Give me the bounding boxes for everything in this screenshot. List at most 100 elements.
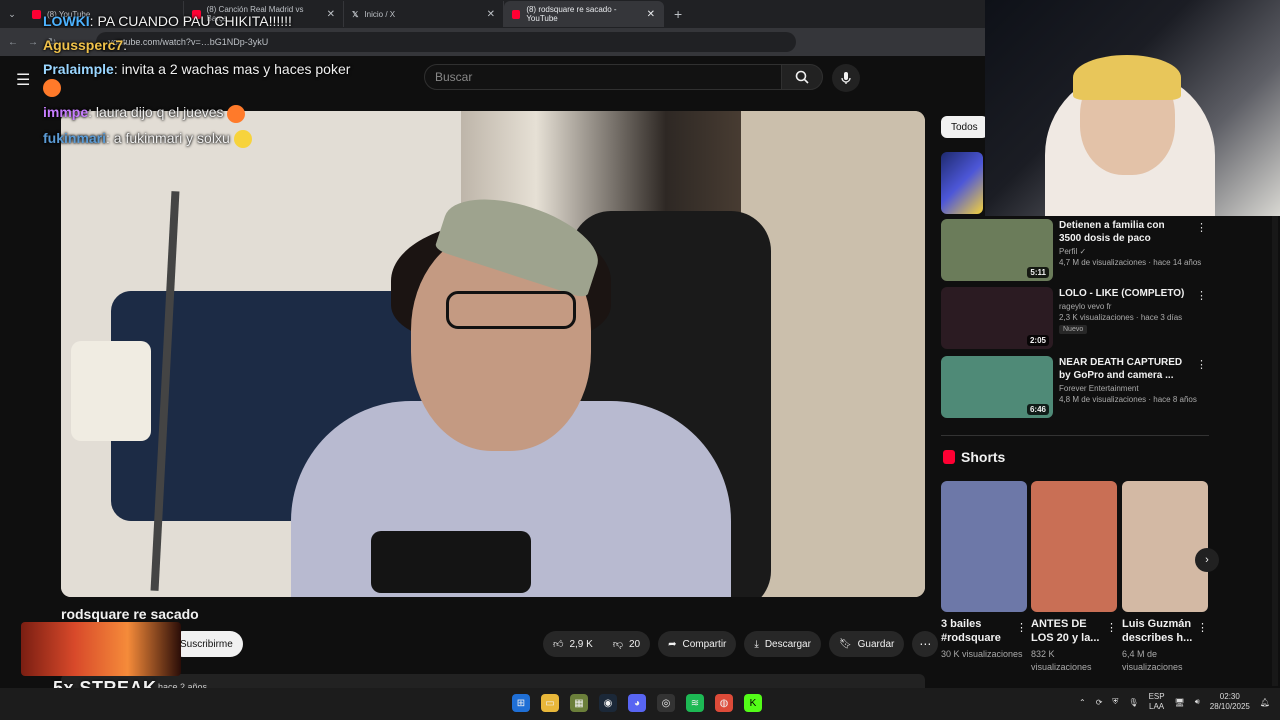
video-info: LOLO - LIKE (COMPLETO) rageylo vevo fr 2… bbox=[1059, 287, 1209, 349]
recommended-video[interactable]: 6:46 NEAR DEATH CAPTURED by GoPro and ca… bbox=[941, 356, 1209, 418]
save-label: Guardar bbox=[857, 638, 895, 650]
tab-list-icon[interactable]: ⌄ bbox=[0, 9, 24, 20]
chat-text: invita a 2 wachas mas y haces poker bbox=[121, 61, 351, 77]
discord-icon[interactable]: ◕ bbox=[628, 694, 646, 712]
video-title[interactable]: LOLO - LIKE (COMPLETO) bbox=[1059, 287, 1189, 300]
microphone-icon[interactable]: 🎙︎ bbox=[1128, 698, 1138, 707]
language-indicator[interactable]: ESP LAA bbox=[1149, 692, 1165, 712]
tab-label: Inicio / X bbox=[364, 9, 396, 19]
channel-name[interactable]: Forever Entertainment bbox=[1059, 384, 1209, 393]
download-button[interactable]: ⤓ Descargar bbox=[744, 631, 821, 657]
video-title[interactable]: Detienen a familia con 3500 dosis de pac… bbox=[1059, 219, 1189, 245]
section-divider bbox=[941, 435, 1209, 436]
short-title[interactable]: 3 bailes #rodsquare bbox=[941, 617, 1013, 645]
windows-start-icon[interactable]: ⊞ bbox=[512, 694, 530, 712]
chat-message: Pralaimple: invita a 2 wachas mas y hace… bbox=[43, 60, 353, 98]
sync-icon[interactable]: ⟳ bbox=[1096, 698, 1103, 707]
short-item[interactable]: ANTES DE LOS 20 y la... 832 K visualizac… bbox=[1031, 481, 1117, 674]
shield-icon[interactable]: ⛨ bbox=[1112, 697, 1118, 707]
search-input[interactable]: Buscar bbox=[424, 64, 782, 90]
voice-search-button[interactable] bbox=[832, 64, 860, 92]
network-icon[interactable]: 🖥︎ bbox=[1175, 698, 1185, 707]
menu-icon[interactable]: ☰ bbox=[16, 70, 30, 90]
new-tab-button[interactable]: + bbox=[674, 6, 682, 22]
streamer-facecam bbox=[985, 0, 1280, 216]
close-icon[interactable]: ✕ bbox=[647, 9, 655, 20]
short-thumbnail[interactable] bbox=[1122, 481, 1208, 612]
video-player[interactable] bbox=[61, 111, 925, 597]
short-title[interactable]: ANTES DE LOS 20 y la... bbox=[1031, 617, 1103, 645]
shorts-next-button[interactable]: › bbox=[1195, 548, 1219, 572]
search-button[interactable] bbox=[781, 64, 823, 90]
short-thumbnail[interactable] bbox=[1031, 481, 1117, 612]
like-count: 2,9 K bbox=[569, 638, 593, 650]
like-button[interactable]: 👍︎ 2,9 K bbox=[543, 631, 603, 657]
new-badge: Nuevo bbox=[1059, 325, 1088, 334]
clock[interactable]: 02:30 28/10/2025 bbox=[1210, 692, 1250, 712]
page-scrollbar[interactable] bbox=[1272, 216, 1278, 686]
clock-time: 02:30 bbox=[1219, 692, 1240, 701]
video-thumbnail[interactable]: 2:05 bbox=[941, 287, 1053, 349]
bookmark-icon: 🔖︎ bbox=[838, 638, 852, 650]
clock-date: 28/10/2025 bbox=[1209, 702, 1250, 711]
language-code: ESP bbox=[1148, 692, 1165, 701]
share-button[interactable]: ➦ Compartir bbox=[658, 631, 737, 657]
stream-chat-overlay: LOWKI: PA CUANDO PAU CHIKITA!!!!!! Aguss… bbox=[43, 12, 353, 154]
kebab-menu-icon[interactable]: ⋮ bbox=[1197, 621, 1208, 634]
video-info: NEAR DEATH CAPTURED by GoPro and camera … bbox=[1059, 356, 1209, 418]
kebab-menu-icon[interactable]: ⋮ bbox=[1016, 621, 1027, 634]
file-explorer-icon[interactable]: ▭ bbox=[541, 694, 559, 712]
kebab-menu-icon[interactable]: ⋮ bbox=[1196, 289, 1207, 302]
recommended-video[interactable]: 2:05 LOLO - LIKE (COMPLETO) rageylo vevo… bbox=[941, 287, 1209, 349]
shorts-heading: Shorts bbox=[943, 449, 1005, 465]
video-microphone bbox=[371, 531, 531, 593]
chrome-icon[interactable]: ◍ bbox=[715, 694, 733, 712]
video-title[interactable]: NEAR DEATH CAPTURED by GoPro and camera … bbox=[1059, 356, 1189, 382]
back-icon[interactable]: ← bbox=[8, 37, 18, 48]
volume-icon[interactable]: 🔊︎ bbox=[1195, 697, 1200, 707]
keyboard-layout: LAA bbox=[1149, 702, 1165, 711]
video-person-glasses bbox=[446, 291, 576, 329]
tab-label: (8) rodsquare re sacado - YouTube bbox=[526, 5, 617, 23]
kebab-menu-icon[interactable]: ⋮ bbox=[1106, 621, 1117, 634]
channel-name[interactable]: rageylo vevo fr bbox=[1059, 302, 1209, 311]
filter-chip-all[interactable]: Todos bbox=[941, 116, 988, 138]
minecraft-icon[interactable]: ▦ bbox=[570, 694, 588, 712]
short-title[interactable]: Luis Guzmán describes h... bbox=[1122, 617, 1194, 645]
chevron-up-icon[interactable]: ⌃ bbox=[1079, 698, 1086, 707]
forward-icon[interactable]: → bbox=[28, 37, 38, 48]
video-meta: 2,3 K visualizaciones · hace 3 días bbox=[1059, 313, 1183, 322]
chat-username: Agussperc7 bbox=[43, 37, 124, 53]
steam-icon[interactable]: ◉ bbox=[599, 694, 617, 712]
emote-icon bbox=[227, 104, 246, 123]
short-item[interactable]: 3 bailes #rodsquare 30 K visualizaciones… bbox=[941, 481, 1027, 661]
share-icon: ➦ bbox=[668, 638, 677, 650]
system-tray: ⌃ ⟳ ⛨ 🎙︎ ESP LAA 🖥︎ 🔊︎ 02:30 28/10/2025 … bbox=[1079, 692, 1270, 712]
browser-tab[interactable]: 𝕏 Inicio / X ✕ bbox=[344, 1, 504, 27]
kebab-menu-icon[interactable]: ⋮ bbox=[1196, 358, 1207, 371]
save-button[interactable]: 🔖︎ Guardar bbox=[828, 631, 905, 657]
dislike-button[interactable]: 👎︎ 20 bbox=[603, 631, 650, 657]
video-thumbnail[interactable]: 6:46 bbox=[941, 356, 1053, 418]
recommended-thumbnail-partial[interactable] bbox=[941, 152, 983, 214]
chat-message: Agussperc7: bbox=[43, 37, 128, 53]
browser-tab-active[interactable]: (8) rodsquare re sacado - YouTube ✕ bbox=[504, 1, 664, 27]
recommended-video[interactable]: 5:11 Detienen a familia con 3500 dosis d… bbox=[941, 219, 1209, 281]
shorts-logo-icon bbox=[943, 450, 955, 464]
more-actions-button[interactable]: ⋯ bbox=[912, 631, 939, 657]
chat-username: Pralaimple bbox=[43, 61, 114, 77]
spotify-icon[interactable]: ≋ bbox=[686, 694, 704, 712]
notification-icon[interactable]: 🔔︎ bbox=[1260, 698, 1270, 707]
video-duration: 6:46 bbox=[1026, 404, 1049, 415]
short-thumbnail[interactable] bbox=[941, 481, 1027, 612]
obs-icon[interactable]: ◎ bbox=[657, 694, 675, 712]
windows-taskbar: ⊞ ▭ ▦ ◉ ◕ ◎ ≋ ◍ K ⌃ ⟳ ⛨ 🎙︎ ESP LAA 🖥︎ 🔊︎… bbox=[0, 688, 1280, 720]
kick-icon[interactable]: K bbox=[744, 694, 762, 712]
video-thumbnail[interactable]: 5:11 bbox=[941, 219, 1053, 281]
kebab-menu-icon[interactable]: ⋮ bbox=[1196, 221, 1207, 234]
download-icon: ⤓ bbox=[754, 638, 759, 650]
close-icon[interactable]: ✕ bbox=[487, 9, 495, 20]
chat-username: immpe bbox=[43, 104, 89, 121]
channel-name[interactable]: Perfil ✓ bbox=[1059, 247, 1209, 256]
short-item[interactable]: Luis Guzmán describes h... 6,4 M de visu… bbox=[1122, 481, 1208, 674]
